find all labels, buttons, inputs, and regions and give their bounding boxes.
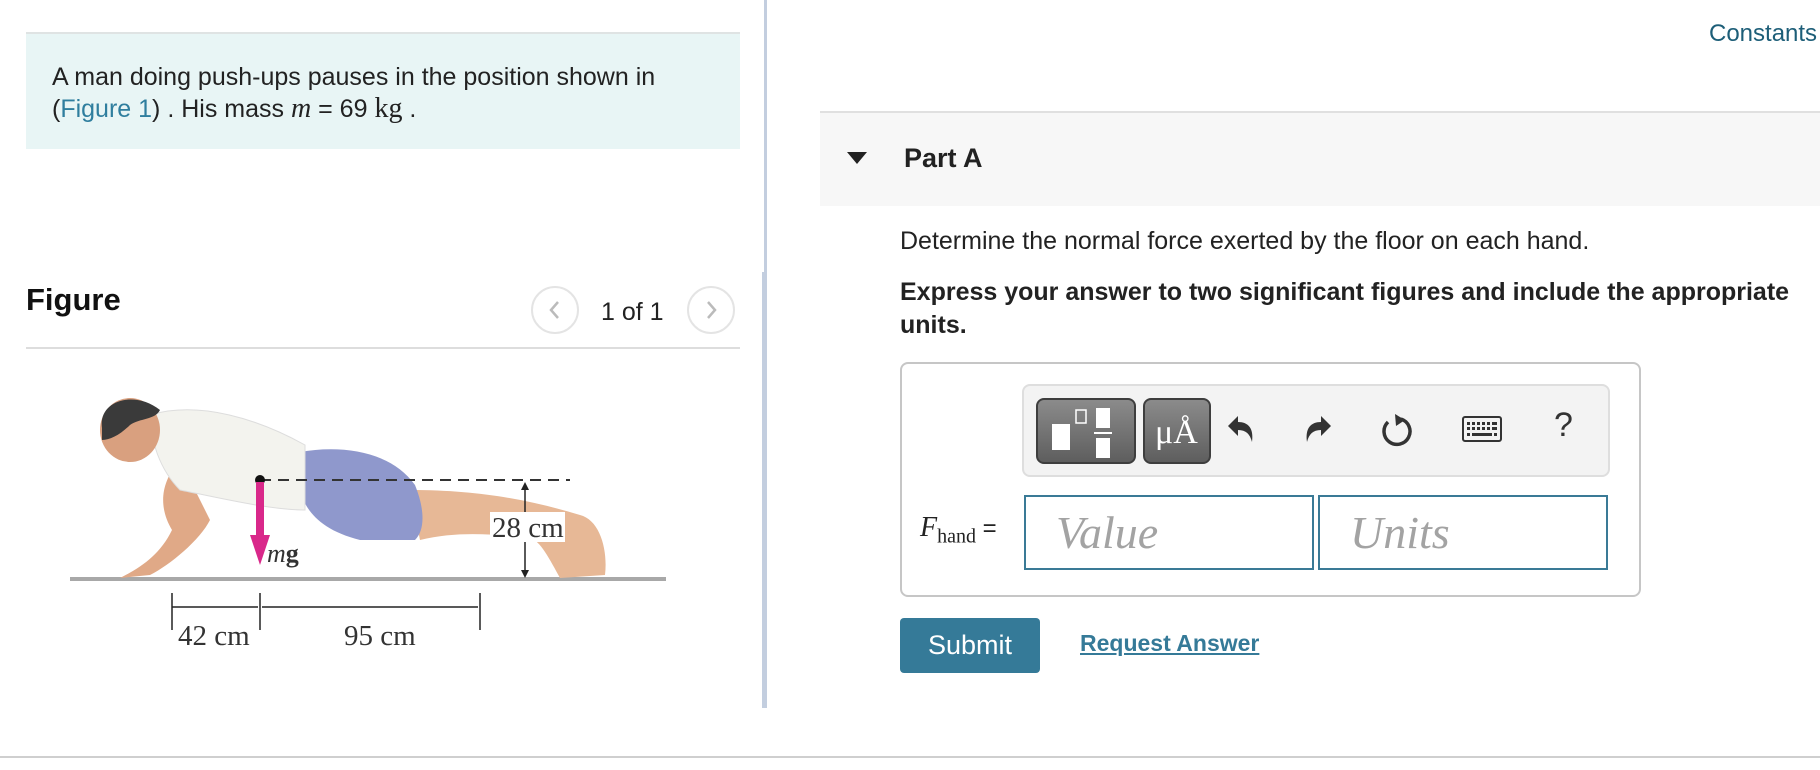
units-button[interactable]: μÅ bbox=[1143, 398, 1211, 464]
figure-title: Figure bbox=[26, 282, 121, 317]
figure-link[interactable]: Figure 1 bbox=[60, 95, 152, 123]
help-icon[interactable]: ? bbox=[1554, 406, 1573, 445]
keyboard-icon[interactable] bbox=[1462, 416, 1502, 442]
redo-icon[interactable] bbox=[1301, 412, 1335, 446]
problem-text: A man doing push-ups pauses in the posit… bbox=[52, 63, 656, 124]
height-arrow-up bbox=[521, 482, 529, 490]
instruction-text: Express your answer to two significant f… bbox=[900, 278, 1790, 339]
units-input[interactable] bbox=[1318, 495, 1608, 570]
mass-unit: kg bbox=[374, 93, 403, 124]
pushup-figure: mg 28 cm 42 cm 95 cm bbox=[70, 398, 666, 652]
panel-divider bbox=[764, 0, 767, 272]
height-label: 28 cm bbox=[492, 512, 564, 544]
hand-distance-label: 42 cm bbox=[178, 620, 250, 652]
floor-line bbox=[70, 577, 666, 581]
constants-link[interactable]: Constants bbox=[1709, 20, 1817, 48]
collapse-caret-icon[interactable] bbox=[847, 152, 867, 164]
part-a-header[interactable]: Part A bbox=[820, 111, 1820, 206]
height-arrow-down bbox=[521, 570, 529, 578]
units-icon: μÅ bbox=[1155, 414, 1198, 451]
force-label: mg bbox=[267, 539, 299, 568]
previous-figure-button[interactable] bbox=[531, 286, 579, 334]
answer-label: Fhand = bbox=[920, 512, 997, 548]
force-arrow-shaft bbox=[256, 482, 264, 537]
request-answer-link[interactable]: Request Answer bbox=[1080, 630, 1259, 657]
next-figure-button[interactable] bbox=[687, 286, 735, 334]
bottom-divider bbox=[0, 756, 1820, 758]
panel-resize-handle[interactable] bbox=[762, 272, 767, 708]
math-toolbar: μÅ ? bbox=[1022, 384, 1610, 477]
chevron-right-icon bbox=[707, 301, 717, 319]
chevron-left-icon bbox=[549, 301, 559, 319]
man-shorts bbox=[300, 449, 423, 540]
mass-variable: m bbox=[290, 93, 312, 124]
submit-button[interactable]: Submit bbox=[900, 618, 1040, 673]
part-a-title: Part A bbox=[904, 143, 983, 173]
problem-statement: A man doing push-ups pauses in the posit… bbox=[26, 32, 740, 149]
question-text: Determine the normal force exerted by th… bbox=[900, 227, 1590, 255]
templates-icon bbox=[1052, 408, 1112, 458]
undo-icon[interactable] bbox=[1224, 412, 1258, 446]
value-input[interactable] bbox=[1024, 495, 1314, 570]
figure-divider bbox=[26, 347, 740, 349]
templates-button[interactable] bbox=[1036, 398, 1136, 464]
feet-distance-label: 95 cm bbox=[344, 620, 416, 652]
reset-icon[interactable] bbox=[1379, 412, 1415, 448]
figure-pager-text: 1 of 1 bbox=[601, 298, 664, 326]
